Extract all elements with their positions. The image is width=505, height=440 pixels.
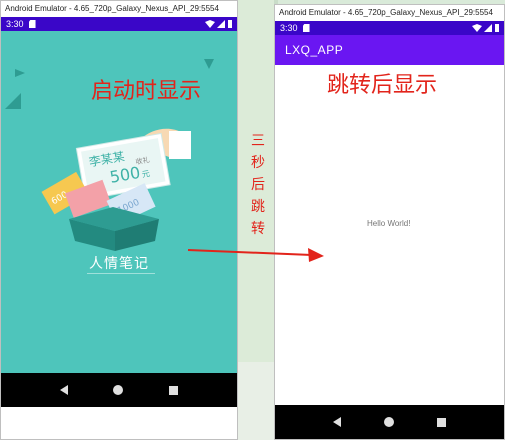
arrow-head [308, 248, 324, 262]
arrow-shaft [187, 249, 313, 256]
transition-arrow [187, 248, 324, 262]
